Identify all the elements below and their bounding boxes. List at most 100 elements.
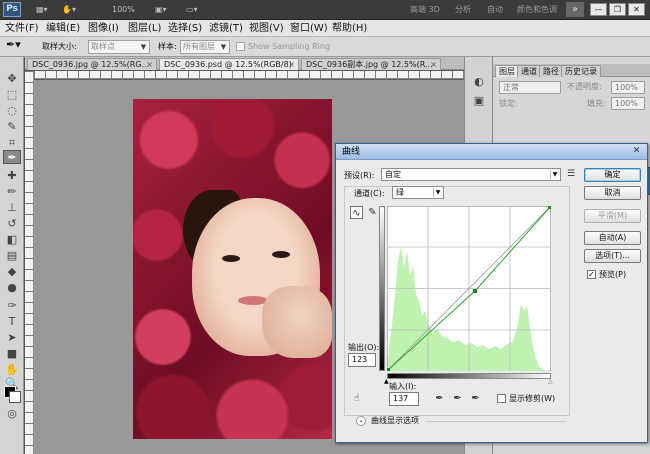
background-color-swatch[interactable] — [9, 391, 21, 403]
channel-select[interactable]: 绿 ▼ — [392, 186, 444, 199]
black-point-slider[interactable]: ▲ — [384, 378, 389, 385]
doc-tab-label: DSC_0936.psd @ 12.5%(RGB/8) — [164, 60, 292, 69]
marquee-tool-icon[interactable]: ⬚ — [3, 88, 21, 102]
arrange-icon[interactable]: ▣▾ — [155, 3, 167, 16]
screen-mode-icon[interactable]: ▭▾ — [186, 3, 198, 16]
eyedropper-tool-icon[interactable]: ✒▾ — [6, 39, 21, 51]
preset-options-icon[interactable]: ☰ — [567, 169, 575, 179]
black-eyedropper-icon[interactable]: ✒ — [433, 392, 446, 405]
hand-icon[interactable]: ✋▾ — [62, 3, 76, 16]
output-label: 输出(O): — [348, 343, 380, 352]
eraser-tool-icon[interactable]: ◧ — [3, 233, 21, 247]
curves-dialog: 曲线 ✕ 预设(R): 自定 ▼ ☰ 通道(C): 绿 ▼ ∿ ✎ ▲ △ 输出(O… — [335, 143, 648, 443]
expand-icon[interactable]: ⌄ — [356, 416, 366, 426]
chevron-down-icon: ▼ — [220, 43, 227, 51]
path-select-tool-icon[interactable]: ➤ — [3, 331, 21, 345]
options-button[interactable]: 选项(T)... — [584, 249, 641, 263]
menu-layer[interactable]: 图层(L) — [128, 22, 161, 35]
zoom-level[interactable]: 100% — [112, 3, 135, 16]
bridge-icon[interactable]: ▦▾ — [36, 3, 48, 16]
white-eyedropper-icon[interactable]: ✒ — [469, 392, 482, 405]
quick-mask-icon[interactable]: ◎ — [3, 407, 21, 421]
menu-help[interactable]: 帮助(H) — [332, 22, 367, 35]
preset-label: 预设(R): — [344, 171, 375, 180]
tab-paths[interactable]: 路径 — [539, 65, 563, 77]
type-tool-icon[interactable]: T — [3, 315, 21, 329]
hand-tool-icon[interactable]: ✋ — [3, 363, 21, 377]
targeted-adjustment-icon[interactable]: ☝ — [350, 392, 363, 405]
dodge-tool-icon[interactable]: ● — [3, 281, 21, 295]
opacity-input[interactable]: 100% — [611, 81, 645, 94]
color-panel-icon[interactable]: ◐ — [470, 75, 488, 89]
close-button[interactable]: ✕ — [628, 3, 645, 16]
menu-select[interactable]: 选择(S) — [168, 22, 202, 35]
sample-value: 所有图层 — [183, 42, 215, 51]
crop-tool-icon[interactable]: ⌗ — [3, 136, 21, 150]
workspace-more-button[interactable]: » — [566, 2, 584, 17]
sample-size-select[interactable]: 取样点 ▼ — [88, 40, 150, 54]
stamp-tool-icon[interactable]: ⊥ — [3, 201, 21, 215]
pen-tool-icon[interactable]: ✑ — [3, 299, 21, 313]
ok-button[interactable]: 确定 — [584, 168, 641, 182]
eyedropper-tool-icon[interactable]: ✒ — [3, 150, 21, 164]
workspace-3d[interactable]: 高端 3D — [410, 3, 440, 17]
curve-endpoint — [387, 368, 390, 371]
curve-display-options-label[interactable]: 曲线显示选项 — [371, 415, 419, 426]
minimize-button[interactable]: — — [590, 3, 607, 16]
pencil-icon[interactable]: ✎ — [366, 206, 379, 219]
lasso-tool-icon[interactable]: ◌ — [3, 104, 21, 118]
close-icon[interactable]: ✕ — [630, 146, 643, 157]
healing-tool-icon[interactable]: ✚ — [3, 169, 21, 183]
dialog-title-bar[interactable]: 曲线 ✕ — [336, 144, 647, 160]
show-clipping-checkbox[interactable] — [497, 394, 506, 403]
close-icon[interactable]: × — [288, 59, 295, 70]
blend-mode-select[interactable]: 正常 — [499, 81, 561, 94]
curve-endpoint — [548, 206, 551, 209]
white-point-slider[interactable]: △ — [548, 378, 553, 385]
output-input[interactable]: 123 — [348, 353, 376, 367]
restore-button[interactable]: ❐ — [609, 3, 626, 16]
doc-tab-1[interactable]: DSC_0936.jpg @ 12.5%(RG... × — [27, 58, 157, 70]
curve-point-tool-icon[interactable]: ∿ — [350, 206, 363, 219]
menu-filter[interactable]: 滤镜(T) — [209, 22, 243, 35]
move-tool-icon[interactable]: ✥ — [3, 72, 21, 86]
tab-history[interactable]: 历史记录 — [561, 65, 601, 77]
doc-tab-2[interactable]: DSC_0936.psd @ 12.5%(RGB/8) × — [159, 58, 299, 70]
curve-graph[interactable] — [387, 206, 551, 371]
menu-file[interactable]: 文件(F) — [5, 22, 39, 35]
gradient-tool-icon[interactable]: ▤ — [3, 249, 21, 263]
smooth-button[interactable]: 平滑(M) — [584, 209, 641, 223]
input-label: 输入(I): — [389, 382, 417, 391]
sample-select[interactable]: 所有图层 ▼ — [180, 40, 230, 54]
quick-select-tool-icon[interactable]: ✎ — [3, 120, 21, 134]
show-sampling-ring-checkbox[interactable] — [236, 42, 245, 51]
brush-tool-icon[interactable]: ✏ — [3, 185, 21, 199]
menu-view[interactable]: 视图(V) — [249, 22, 284, 35]
workspace-auto[interactable]: 自动 — [487, 3, 503, 17]
workspace-analysis[interactable]: 分析 — [455, 3, 471, 17]
sample-label: 样本: — [158, 42, 177, 51]
input-input[interactable]: 137 — [389, 392, 419, 406]
auto-button[interactable]: 自动(A) — [584, 231, 641, 245]
gray-eyedropper-icon[interactable]: ✒ — [451, 392, 464, 405]
show-sampling-ring-label: Show Sampling Ring — [248, 42, 331, 51]
preset-value: 自定 — [385, 170, 401, 179]
blur-tool-icon[interactable]: ◆ — [3, 265, 21, 279]
preset-select[interactable]: 自定 ▼ — [381, 168, 561, 181]
tab-layers[interactable]: 图层 — [495, 65, 519, 77]
tab-channels[interactable]: 通道 — [517, 65, 541, 77]
preview-label: 预览(P) — [599, 270, 627, 279]
doc-tab-3[interactable]: DSC_0936副本.jpg @ 12.5%(R... × — [301, 58, 441, 70]
shape-tool-icon[interactable]: ■ — [3, 347, 21, 361]
fill-input[interactable]: 100% — [611, 97, 645, 110]
adjustments-panel-icon[interactable]: ▣ — [470, 94, 488, 108]
menu-edit[interactable]: 编辑(E) — [46, 22, 80, 35]
history-brush-tool-icon[interactable]: ↺ — [3, 217, 21, 231]
menu-image[interactable]: 图像(I) — [88, 22, 119, 35]
close-icon[interactable]: × — [146, 59, 153, 70]
cancel-button[interactable]: 取消 — [584, 186, 641, 200]
close-icon[interactable]: × — [430, 59, 437, 70]
menu-window[interactable]: 窗口(W) — [290, 22, 328, 35]
workspace-color-tone[interactable]: 颜色和色调 — [517, 3, 557, 17]
preview-checkbox[interactable]: ✓ — [587, 270, 596, 279]
